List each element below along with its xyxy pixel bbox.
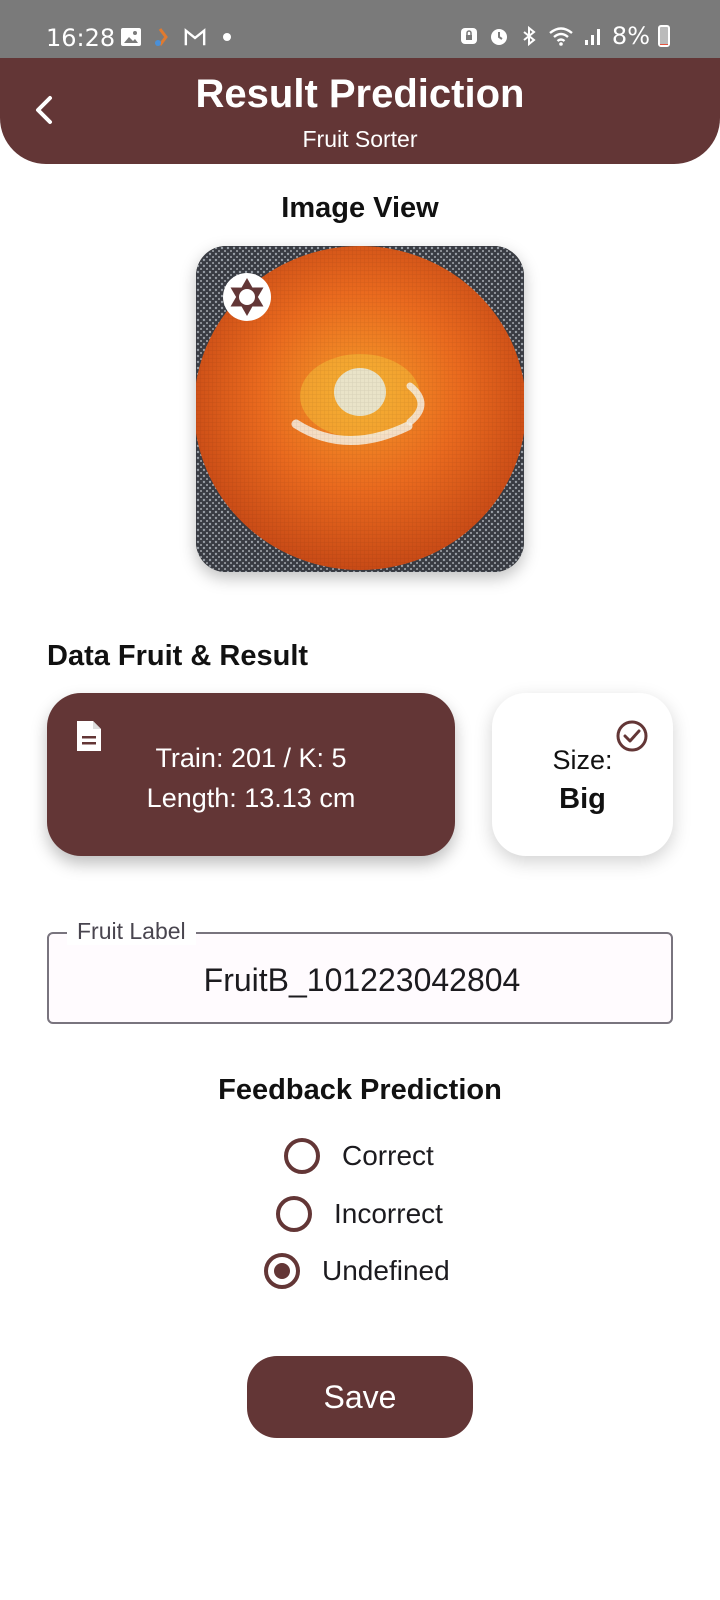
fruit-label-value[interactable]: FruitB_101223042804	[49, 962, 675, 999]
alarm-icon	[490, 29, 507, 45]
radio-option-undefined[interactable]: Undefined	[264, 1253, 450, 1289]
page-title: Result Prediction	[195, 72, 525, 116]
signal-icon	[584, 29, 600, 45]
bluetooth-icon	[523, 25, 536, 47]
size-value: Big	[559, 783, 606, 815]
image-view-title: Image View	[281, 192, 439, 224]
radio-option-incorrect[interactable]: Incorrect	[276, 1196, 443, 1232]
fruit-label-input[interactable]: Fruit Label FruitB_101223042804	[47, 918, 675, 1024]
radio-label: Incorrect	[334, 1198, 443, 1229]
status-time: 16:28	[46, 24, 116, 52]
radio-label: Correct	[342, 1140, 434, 1171]
info-card: Train: 201 / K: 5 Length: 13.13 cm	[47, 693, 455, 856]
info-train-k: Train: 201 / K: 5	[155, 743, 347, 773]
fruit-label-field[interactable]: Fruit Label FruitB_101223042804	[47, 918, 720, 1024]
data-section-title: Data Fruit & Result	[47, 640, 309, 672]
wifi-icon	[549, 27, 573, 46]
feedback-title: Feedback Prediction	[218, 1074, 502, 1106]
size-card: Size: Big	[492, 693, 673, 856]
status-left-icons	[120, 26, 238, 48]
page-subtitle: Fruit Sorter	[302, 126, 418, 152]
camera-shutter-icon[interactable]	[222, 272, 272, 322]
status-bar: 16:28 8%	[0, 0, 720, 60]
gallery-icon	[121, 28, 141, 46]
battery-icon	[658, 25, 670, 47]
radio-button[interactable]	[276, 1196, 312, 1232]
size-label: Size:	[552, 745, 613, 775]
battery-percent: 8%	[611, 22, 650, 50]
lock-icon	[460, 28, 477, 44]
battery-fill	[660, 43, 668, 45]
fruit-label-legend: Fruit Label	[67, 918, 196, 945]
radio-button[interactable]	[284, 1138, 320, 1174]
radio-button[interactable]	[264, 1253, 300, 1289]
gmail-icon	[184, 28, 206, 46]
status-right-icons: 8%	[458, 22, 670, 50]
dot-icon	[223, 33, 231, 41]
app-icon	[155, 28, 168, 46]
radio-label: Undefined	[322, 1255, 450, 1286]
app-bar: Result Prediction Fruit Sorter	[0, 58, 720, 164]
info-length: Length: 13.13 cm	[146, 783, 356, 813]
radio-option-correct[interactable]: Correct	[284, 1138, 434, 1174]
save-button[interactable]: Save	[247, 1356, 473, 1438]
